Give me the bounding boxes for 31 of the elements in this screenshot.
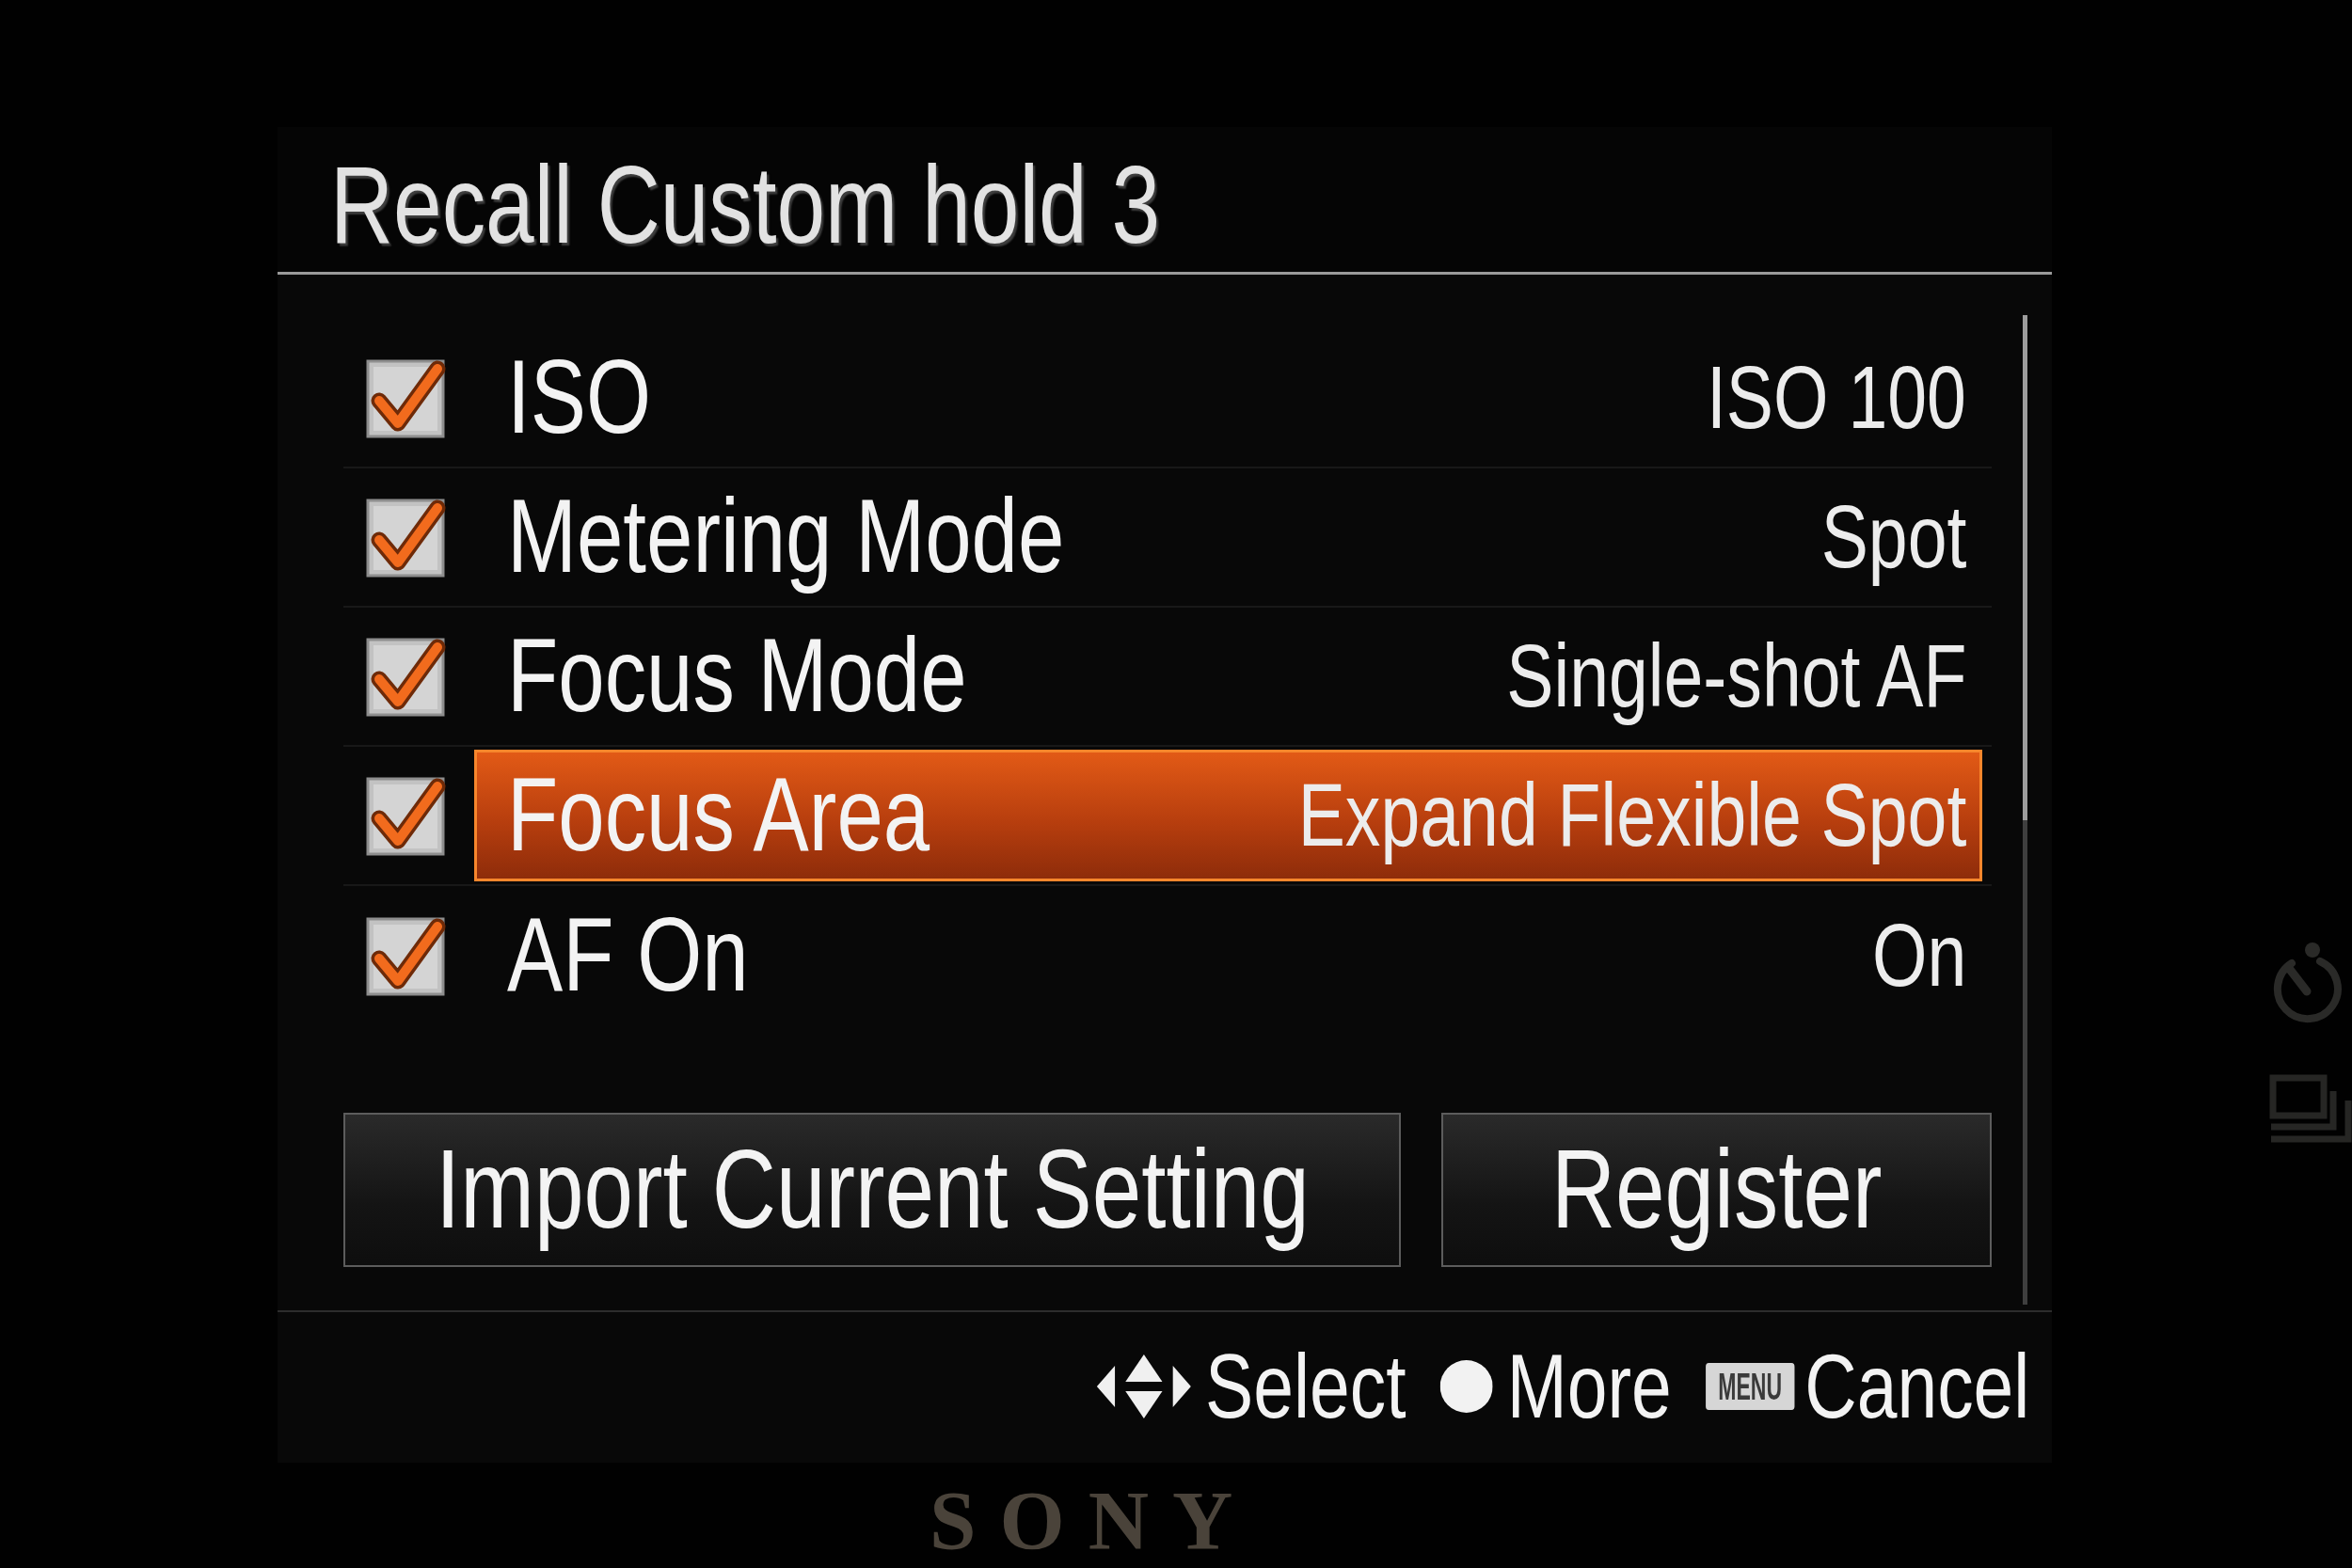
setting-name: Focus Mode (507, 616, 967, 736)
checkbox[interactable] (366, 915, 447, 996)
hint-label: More (1506, 1341, 1672, 1432)
brand-logo: SONY (930, 1474, 1257, 1566)
direction-arrows-icon (1096, 1354, 1191, 1418)
setting-value: On (1871, 904, 1966, 1006)
hint-label: Select (1204, 1341, 1406, 1432)
menu-item[interactable]: ISO ISO 100 (474, 332, 1982, 464)
checkbox[interactable] (366, 357, 447, 438)
menu-item[interactable]: AF On On (474, 890, 1982, 1022)
hint-label: Cancel (1804, 1341, 2029, 1432)
setting-name: ISO (507, 338, 651, 458)
setting-name: Metering Mode (507, 477, 1065, 597)
menu-item[interactable]: Focus Area Expand Flexible Spot (474, 750, 1982, 881)
stacked-frames-icon (2267, 1072, 2352, 1145)
menu-title: Recall Custom hold 3 (330, 150, 1160, 260)
import-button[interactable]: Import Current Setting (343, 1113, 1401, 1267)
menu-item[interactable]: Focus Mode Single-shot AF (474, 610, 1982, 742)
setting-name: Focus Area (507, 755, 930, 876)
menu-item[interactable]: Metering Mode Spot (474, 471, 1982, 603)
checkbox[interactable] (366, 775, 447, 856)
dot-icon (1439, 1360, 1493, 1413)
setting-value: Single-shot AF (1505, 625, 1966, 727)
checkbox[interactable] (366, 636, 447, 717)
setting-name: AF On (507, 895, 749, 1016)
setting-value: ISO 100 (1707, 346, 1966, 449)
register-button[interactable]: Register (1441, 1113, 1992, 1267)
checkbox[interactable] (366, 497, 447, 578)
setting-value: Expand Flexible Spot (1297, 764, 1966, 866)
menu-key: MENU (1705, 1363, 1794, 1410)
setting-value: Spot (1820, 485, 1966, 588)
